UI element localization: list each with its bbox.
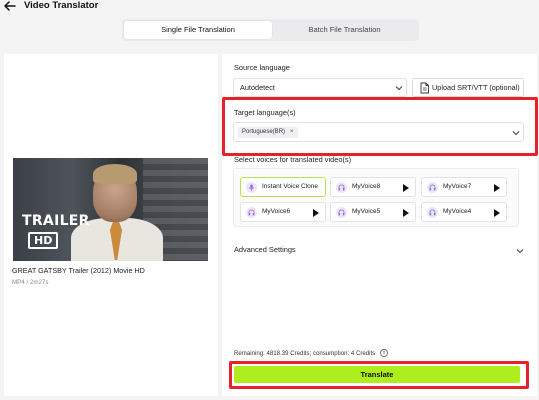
- voice-avatar: [246, 182, 257, 193]
- headphones-icon: [429, 184, 436, 191]
- page-title: Video Translator: [24, 0, 99, 11]
- tab-batch-file-translation[interactable]: Batch File Translation: [272, 21, 417, 39]
- voice-avatar: [336, 182, 347, 193]
- video-thumbnail[interactable]: TRAILER HD: [13, 158, 208, 261]
- credits-status: Remaining: 4818.39 Credits; consumption:…: [234, 350, 376, 357]
- target-language-chip: Portuguese(BR) ×: [238, 127, 298, 138]
- voice-avatar: [427, 207, 438, 218]
- thumbnail-hd-badge: HD: [28, 232, 59, 249]
- info-icon[interactable]: i: [380, 349, 388, 357]
- voice-name: MyVoice6: [262, 208, 291, 215]
- video-title: GREAT GATSBY Trailer (2012) Movie HD: [12, 266, 145, 275]
- voice-name: MyVoice5: [352, 208, 381, 215]
- voice-option-myvoice8[interactable]: MyVoice8: [330, 177, 416, 197]
- play-icon[interactable]: [494, 209, 500, 217]
- voice-avatar: [246, 207, 257, 218]
- target-language-label: Target language(s): [234, 108, 296, 117]
- source-language-label: Source language: [234, 63, 290, 72]
- source-language-select[interactable]: Autodetect: [233, 78, 407, 97]
- thumbnail-trailer-text: TRAILER: [22, 213, 90, 229]
- headphones-icon: [429, 209, 436, 216]
- chevron-down-icon: [512, 131, 520, 136]
- play-icon[interactable]: [494, 184, 500, 192]
- play-icon[interactable]: [403, 184, 409, 192]
- file-upload-icon: [420, 82, 429, 94]
- voice-option-myvoice5[interactable]: MyVoice5: [330, 202, 416, 222]
- voices-label: Select voices for translated video(s): [234, 155, 352, 164]
- header-bar: Video Translator: [0, 0, 539, 16]
- headphones-icon: [248, 209, 255, 216]
- play-icon[interactable]: [313, 209, 319, 217]
- headphones-icon: [338, 209, 345, 216]
- arrow-left-icon[interactable]: [3, 0, 17, 13]
- source-language-value: Autodetect: [240, 83, 275, 92]
- headphones-icon: [338, 184, 345, 191]
- voice-avatar: [336, 207, 347, 218]
- voice-option-myvoice6[interactable]: MyVoice6: [240, 202, 326, 222]
- voice-name: Instant Voice Clone: [262, 183, 319, 190]
- chip-label: Portuguese(BR): [242, 129, 286, 135]
- tab-single-file-translation[interactable]: Single File Translation: [124, 21, 272, 39]
- chevron-down-icon: [395, 86, 403, 91]
- voice-option-myvoice7[interactable]: MyVoice7: [421, 177, 507, 197]
- upload-subtitle-label: Upload SRT/VTT (optional): [432, 83, 520, 92]
- advanced-settings-toggle[interactable]: Advanced Settings: [234, 245, 296, 254]
- chevron-down-icon[interactable]: [516, 247, 524, 255]
- voice-list: Instant Voice Clone MyVoice8 MyVoice7 My…: [233, 168, 519, 227]
- voice-option-myvoice4[interactable]: MyVoice4: [421, 202, 507, 222]
- thumbnail-figure-hair: [93, 164, 137, 184]
- voice-avatar: [427, 182, 438, 193]
- voice-name: MyVoice4: [443, 208, 472, 215]
- voice-name: MyVoice7: [443, 183, 472, 190]
- translate-button[interactable]: Translate: [234, 366, 520, 383]
- upload-subtitle-button[interactable]: Upload SRT/VTT (optional): [412, 78, 524, 97]
- chip-remove-icon[interactable]: ×: [290, 127, 294, 138]
- voice-name: MyVoice8: [352, 183, 381, 190]
- microphone-icon: [248, 184, 255, 191]
- video-meta: MP4 / 2m27s: [12, 279, 49, 286]
- tab-bar: Single File Translation Batch File Trans…: [122, 19, 419, 41]
- voice-option-instant-voice-clone[interactable]: Instant Voice Clone: [240, 177, 326, 197]
- play-icon[interactable]: [403, 209, 409, 217]
